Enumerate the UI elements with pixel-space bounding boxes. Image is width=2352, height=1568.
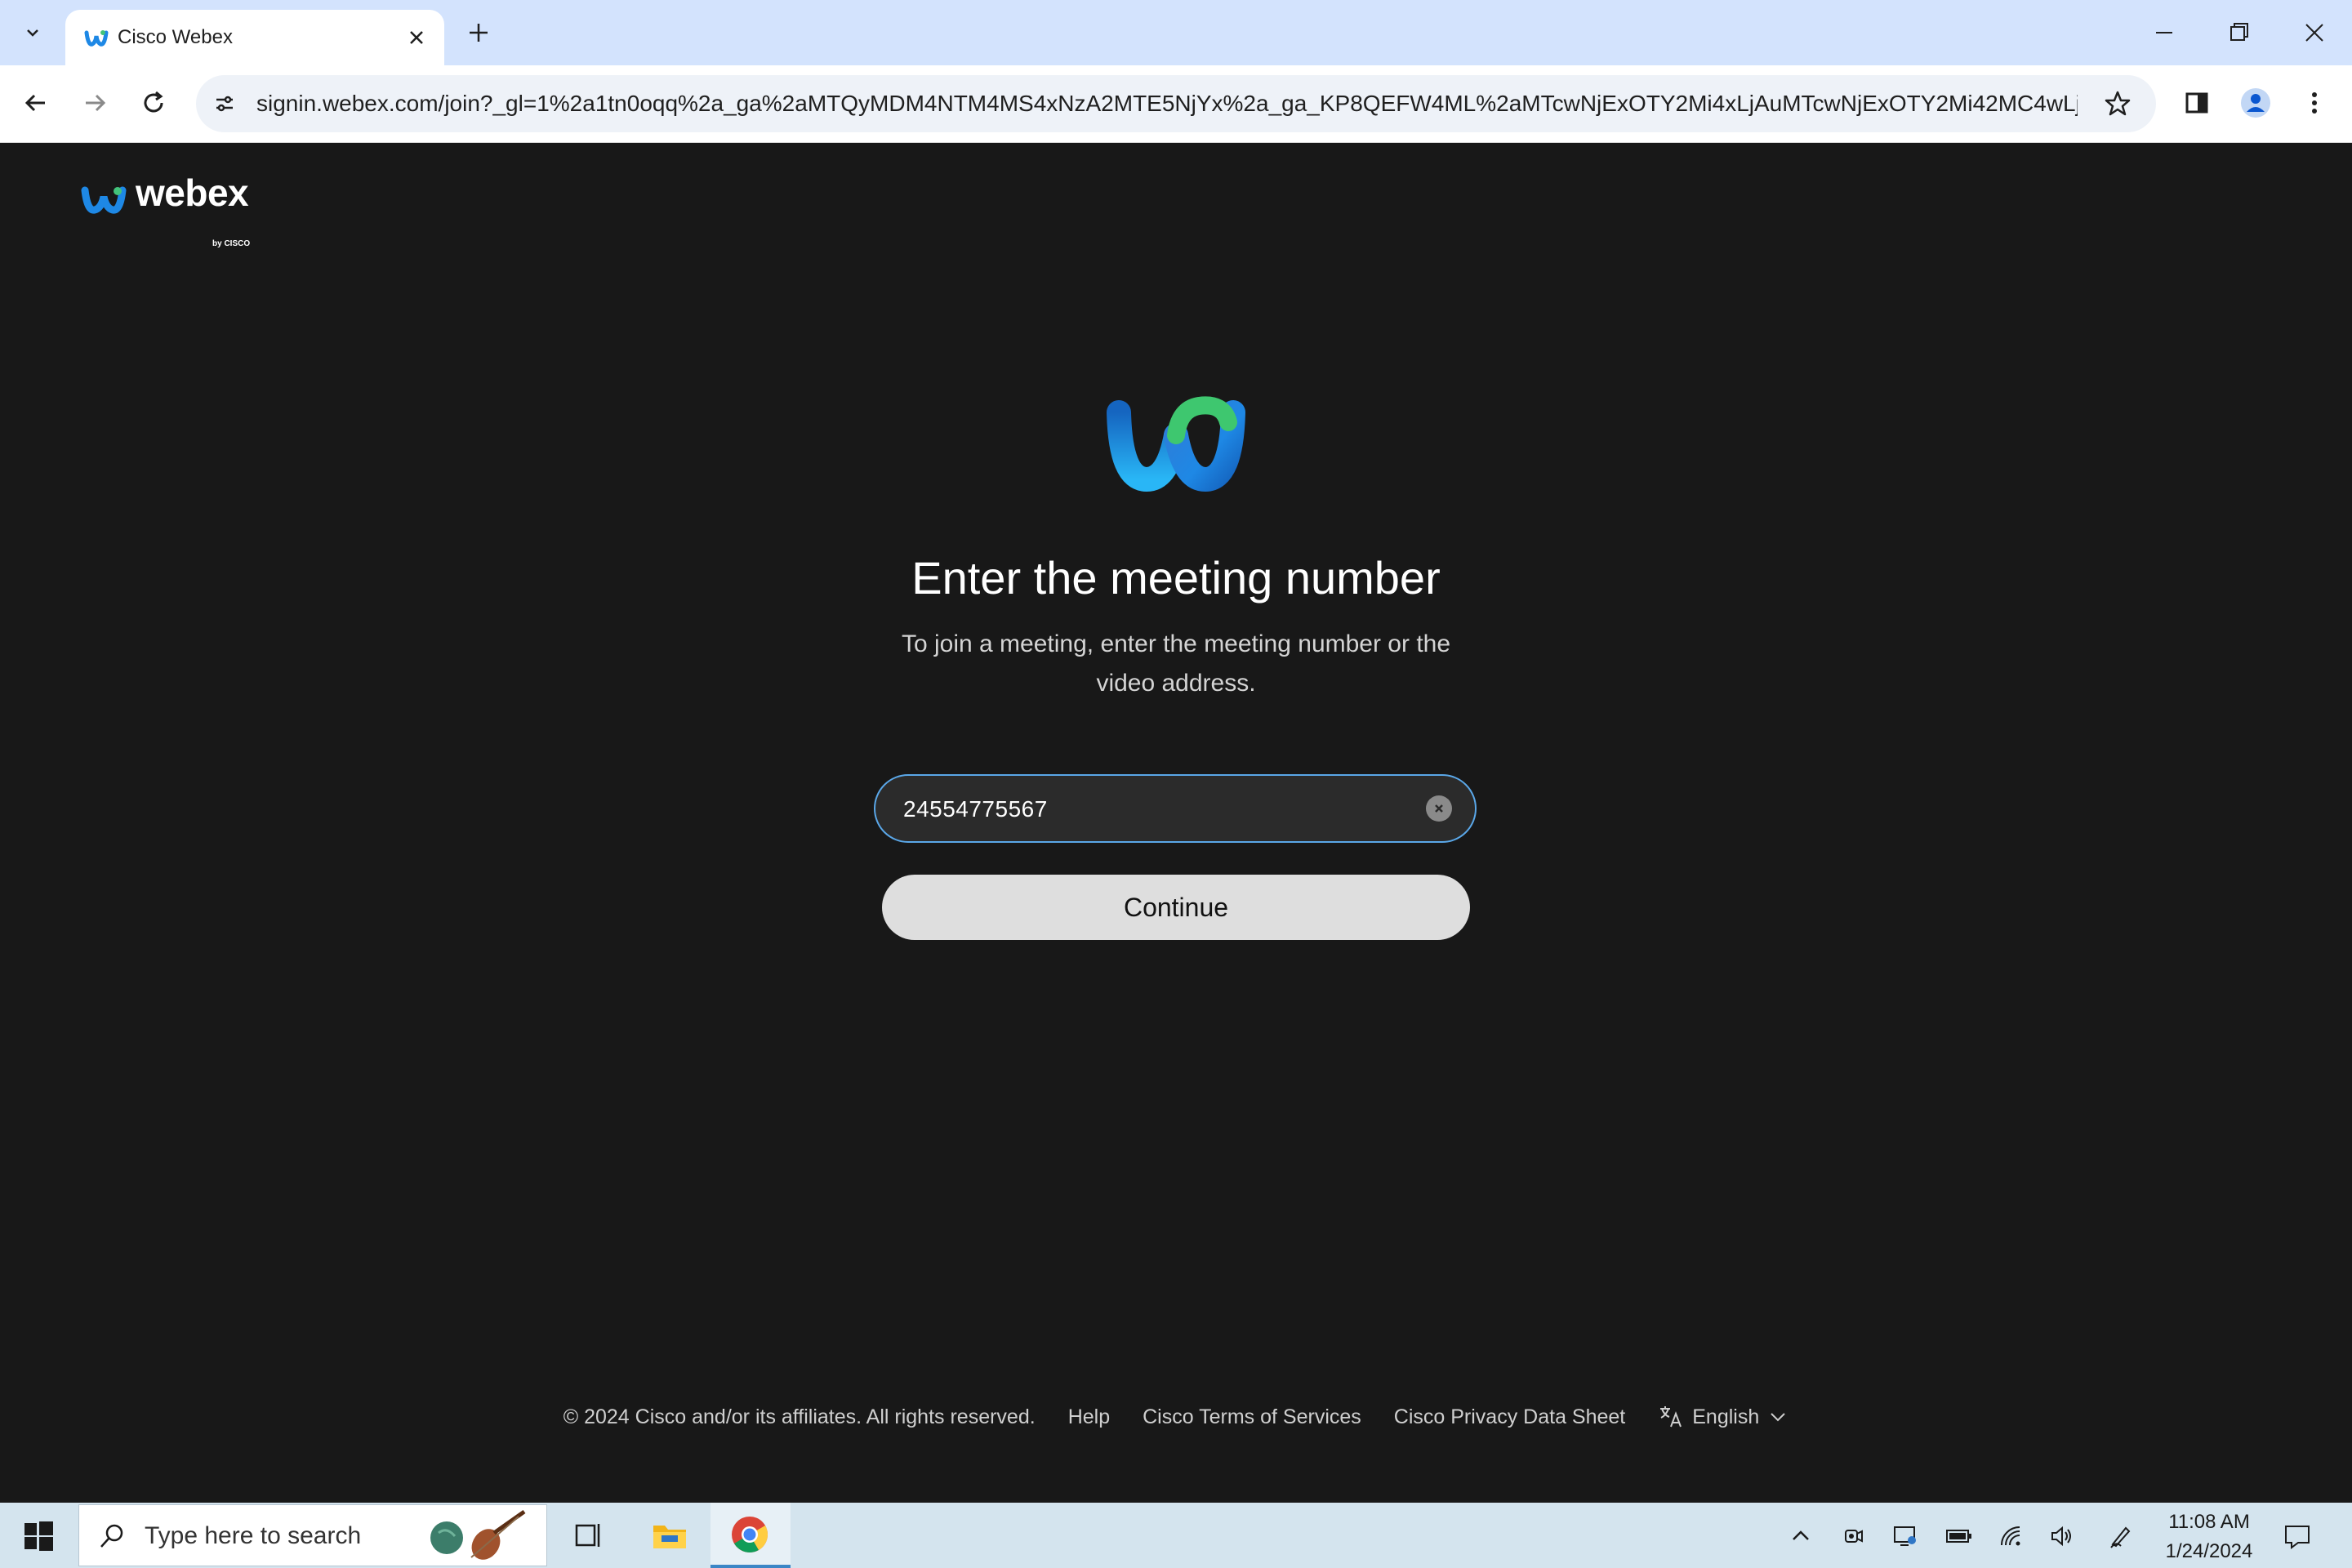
- windows-taskbar: Type here to search 11:08 AM 1/24/2024: [0, 1503, 2352, 1568]
- minimize-icon[interactable]: [2146, 15, 2182, 51]
- task-view-icon[interactable]: [568, 1516, 608, 1555]
- brand-wordmark: webex: [136, 172, 249, 214]
- meeting-number-field[interactable]: [874, 774, 1477, 843]
- bookmark-star-icon[interactable]: [2102, 88, 2133, 119]
- chevron-down-icon: [1771, 1413, 1785, 1422]
- clear-input-icon[interactable]: [1426, 795, 1452, 822]
- display-update-icon[interactable]: [1891, 1522, 1919, 1550]
- search-highlight-violin-icon: [430, 1509, 526, 1560]
- webex-join-page: webex by CISCO Enter the meeting number …: [0, 143, 2352, 1503]
- chrome-icon: [732, 1517, 768, 1552]
- taskbar-search-box[interactable]: Type here to search: [78, 1504, 547, 1566]
- translate-icon: [1660, 1406, 1682, 1428]
- taskbar-search-placeholder: Type here to search: [145, 1522, 362, 1549]
- site-settings-icon[interactable]: [209, 88, 240, 119]
- help-link[interactable]: Help: [1068, 1405, 1110, 1429]
- clock-time: 11:08 AM: [2168, 1511, 2250, 1533]
- page-title: Enter the meeting number: [911, 552, 1441, 604]
- browser-toolbar: signin.webex.com/join?_gl=1%2a1tn0oqq%2a…: [0, 65, 2352, 143]
- restore-icon[interactable]: [2221, 15, 2257, 51]
- notifications-icon[interactable]: [2283, 1522, 2311, 1550]
- continue-button[interactable]: Continue: [882, 875, 1470, 940]
- webex-hero-logo-icon: [1107, 396, 1245, 492]
- forward-arrow-icon[interactable]: [75, 83, 114, 122]
- profile-avatar-icon[interactable]: [2236, 83, 2275, 122]
- volume-icon[interactable]: [2048, 1522, 2076, 1550]
- address-bar[interactable]: signin.webex.com/join?_gl=1%2a1tn0oqq%2a…: [196, 75, 2156, 132]
- taskbar-chrome-button[interactable]: [710, 1503, 791, 1568]
- terms-link[interactable]: Cisco Terms of Services: [1143, 1405, 1361, 1429]
- tab-close-icon[interactable]: [403, 24, 430, 51]
- browser-tab-webex[interactable]: Cisco Webex: [65, 10, 444, 65]
- back-arrow-icon[interactable]: [16, 83, 56, 122]
- webex-logo-mark-icon: [81, 186, 127, 214]
- browser-menu-icon[interactable]: [2295, 83, 2334, 122]
- windows-start-icon[interactable]: [23, 1521, 54, 1552]
- page-footer: © 2024 Cisco and/or its affiliates. All …: [0, 1401, 2352, 1433]
- browser-tabstrip: Cisco Webex: [0, 0, 2352, 65]
- search-icon: [100, 1524, 123, 1548]
- file-explorer-icon[interactable]: [650, 1516, 689, 1555]
- wifi-icon[interactable]: [1998, 1522, 2025, 1550]
- webex-favicon-icon: [84, 30, 109, 47]
- battery-icon[interactable]: [1945, 1522, 1973, 1550]
- url-text: signin.webex.com/join?_gl=1%2a1tn0oqq%2a…: [256, 91, 2078, 116]
- meet-now-camera-icon[interactable]: [1839, 1522, 1867, 1550]
- tab-search-chevron-icon[interactable]: [11, 11, 54, 54]
- show-hidden-icons-chevron-up-icon[interactable]: [1787, 1522, 1815, 1550]
- taskbar-clock[interactable]: 11:08 AM 1/24/2024: [2148, 1508, 2270, 1566]
- copyright-text: © 2024 Cisco and/or its affiliates. All …: [563, 1405, 1036, 1428]
- page-subtitle: To join a meeting, enter the meeting num…: [901, 630, 1451, 697]
- clock-date: 1/24/2024: [2165, 1540, 2253, 1562]
- language-label: English: [1692, 1405, 1760, 1428]
- side-panel-icon[interactable]: [2177, 83, 2216, 122]
- meeting-number-input[interactable]: [902, 776, 1395, 843]
- webex-brand-logo[interactable]: webex by CISCO: [80, 171, 276, 248]
- privacy-link[interactable]: Cisco Privacy Data Sheet: [1394, 1405, 1625, 1429]
- close-window-icon[interactable]: [2296, 15, 2332, 51]
- pen-ink-workspace-icon[interactable]: [2107, 1522, 2135, 1550]
- reload-icon[interactable]: [134, 83, 173, 122]
- brand-by-cisco: by CISCO: [212, 239, 251, 248]
- new-tab-plus-icon[interactable]: [462, 16, 495, 49]
- tab-title: Cisco Webex: [118, 26, 233, 48]
- language-selector[interactable]: English: [1658, 1404, 1788, 1430]
